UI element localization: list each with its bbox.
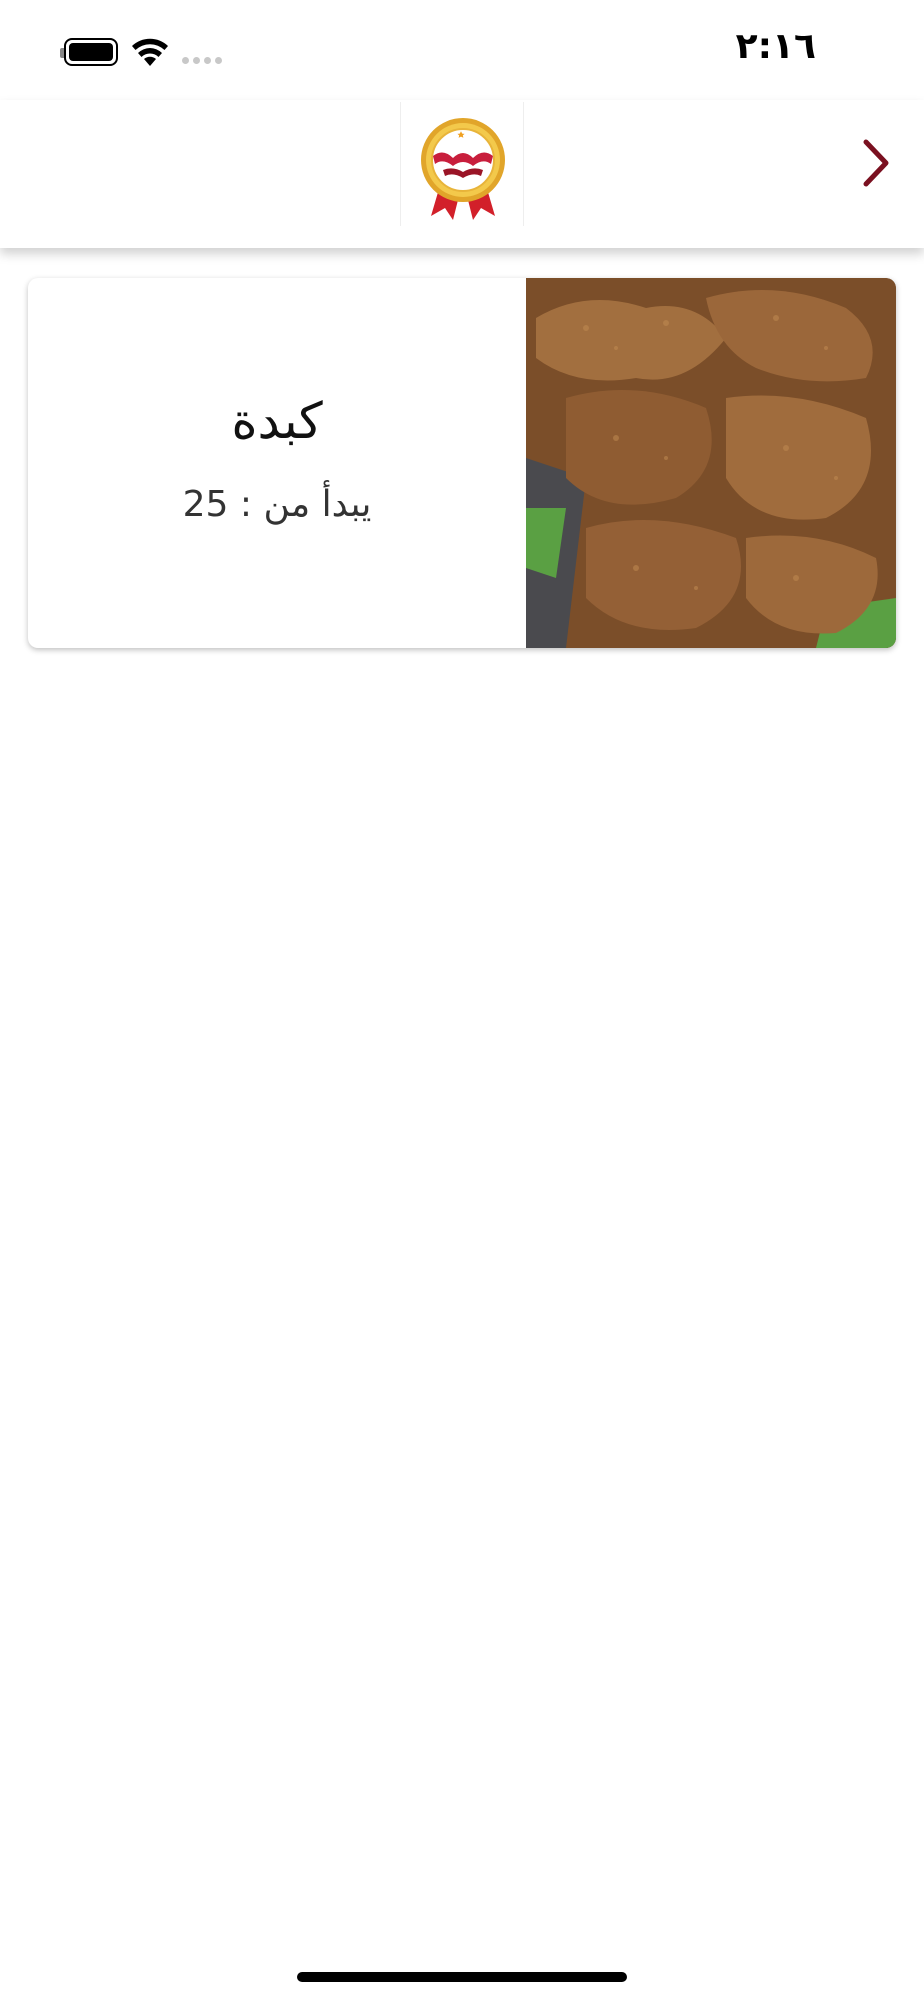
home-indicator[interactable] xyxy=(297,1972,627,1982)
battery-icon xyxy=(60,38,118,66)
status-time: ٢:١٦ xyxy=(735,26,816,67)
signal-dots-icon xyxy=(182,57,226,65)
product-name: كبدة xyxy=(231,391,323,450)
product-card[interactable]: كبدة يبدأ من : 25 xyxy=(28,278,896,648)
nav-header xyxy=(0,100,924,248)
brand-logo xyxy=(400,102,524,226)
wifi-icon xyxy=(132,38,168,66)
back-chevron-button[interactable] xyxy=(856,136,896,190)
status-bar: ٢:١٦ xyxy=(0,0,924,100)
fried-liver-photo xyxy=(526,278,896,648)
product-image xyxy=(526,278,896,648)
product-info: كبدة يبدأ من : 25 xyxy=(28,278,526,648)
product-price: يبدأ من : 25 xyxy=(182,483,372,525)
app-screen: ٢:١٦ كبدة يبدأ من : 25 xyxy=(0,0,924,2000)
brand-logo-icon xyxy=(421,118,505,220)
